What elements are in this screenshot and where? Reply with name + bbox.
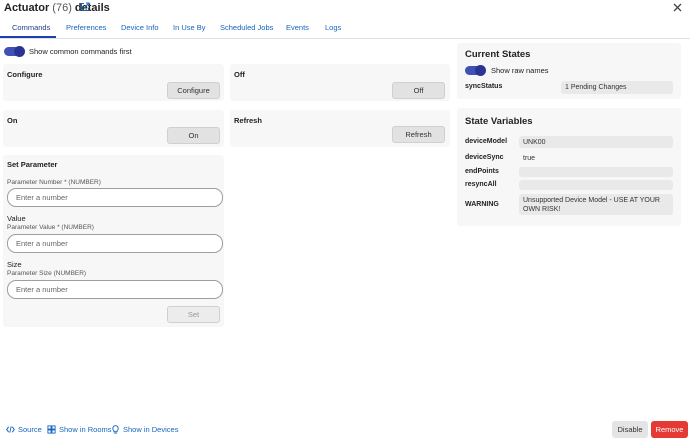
- rooms-icon: [47, 425, 56, 434]
- state-variable-name: deviceSync: [465, 154, 504, 161]
- lightbulb-icon: [112, 425, 119, 434]
- show-in-rooms-label: Show in Rooms: [59, 425, 112, 434]
- state-variable-name: deviceModel: [465, 138, 508, 145]
- state-variable-value: true: [523, 155, 536, 162]
- command-card-off: Off Off: [230, 64, 450, 101]
- show-raw-names-label: Show raw names: [491, 66, 549, 75]
- state-variable-name: WARNING: [465, 201, 499, 208]
- parameter-size-input[interactable]: [7, 280, 223, 299]
- dialog-header: Actuator (76) details: [0, 0, 690, 16]
- show-in-devices-label: Show in Devices: [123, 425, 179, 434]
- tab-in-use-by[interactable]: In Use By: [173, 23, 206, 32]
- state-variable-value: UNK00: [519, 136, 673, 148]
- command-card-set-parameter: Set Parameter Parameter Number * (NUMBER…: [3, 155, 224, 327]
- tab-preferences[interactable]: Preferences: [66, 23, 106, 32]
- command-title: On: [7, 116, 18, 125]
- tab-events[interactable]: Events: [286, 23, 309, 32]
- current-states-title: Current States: [465, 49, 531, 60]
- tab-commands[interactable]: Commands: [12, 23, 50, 32]
- refresh-button[interactable]: Refresh: [392, 126, 445, 143]
- state-variable-value: [519, 167, 673, 177]
- command-card-refresh: Refresh Refresh: [230, 110, 450, 147]
- state-variable-value: [519, 180, 673, 190]
- remove-button[interactable]: Remove: [651, 421, 688, 438]
- command-card-on: On On: [3, 110, 224, 147]
- current-states-panel: Current States Show raw names syncStatus…: [457, 43, 681, 99]
- parameter-number-label: Parameter Number * (NUMBER): [7, 179, 101, 186]
- command-title: Configure: [7, 70, 43, 79]
- on-button[interactable]: On: [167, 127, 220, 144]
- set-button[interactable]: Set: [167, 306, 220, 323]
- state-variables-title: State Variables: [465, 116, 533, 127]
- parameter-value-label: Parameter Value * (NUMBER): [7, 224, 94, 231]
- off-button[interactable]: Off: [392, 82, 445, 99]
- show-common-commands-label: Show common commands first: [29, 47, 132, 56]
- close-icon[interactable]: [673, 3, 682, 12]
- source-link[interactable]: Source: [6, 425, 42, 434]
- tab-device-info[interactable]: Device Info: [121, 23, 159, 32]
- device-id: (76): [52, 2, 72, 14]
- command-card-configure: Configure Configure: [3, 64, 224, 101]
- code-icon: [6, 426, 15, 433]
- external-link-icon[interactable]: [80, 2, 90, 12]
- size-heading: Size: [7, 260, 22, 269]
- show-in-devices-link[interactable]: Show in Devices: [111, 425, 178, 434]
- configure-button[interactable]: Configure: [167, 82, 220, 99]
- show-raw-names-toggle[interactable]: [465, 65, 486, 76]
- show-common-commands-toggle[interactable]: [4, 46, 25, 57]
- parameter-size-label: Parameter Size (NUMBER): [7, 270, 87, 277]
- parameter-value-input[interactable]: [7, 234, 223, 253]
- show-in-rooms-link[interactable]: Show in Rooms: [47, 425, 112, 434]
- command-title: Off: [234, 70, 245, 79]
- state-variable-value: Unsupported Device Model - USE AT YOUR O…: [519, 194, 673, 215]
- tab-scheduled-jobs[interactable]: Scheduled Jobs: [220, 23, 273, 32]
- disable-button[interactable]: Disable: [612, 421, 648, 438]
- state-variables-panel: State Variables deviceModel UNK00 device…: [457, 108, 681, 226]
- page-title: Actuator (76) details: [4, 2, 110, 14]
- state-name: syncStatus: [465, 83, 503, 90]
- tab-bar: Commands Preferences Device Info In Use …: [0, 17, 690, 39]
- value-heading: Value: [7, 214, 26, 223]
- state-variable-name: resyncAll: [465, 181, 497, 188]
- tab-logs[interactable]: Logs: [325, 23, 341, 32]
- source-label: Source: [18, 425, 42, 434]
- command-title: Set Parameter: [7, 160, 58, 169]
- device-name: Actuator: [4, 2, 50, 14]
- state-value: 1 Pending Changes: [561, 81, 673, 94]
- command-title: Refresh: [234, 116, 262, 125]
- state-variable-name: endPoints: [465, 168, 499, 175]
- active-tab-indicator: [0, 36, 56, 38]
- parameter-number-input[interactable]: [7, 188, 223, 207]
